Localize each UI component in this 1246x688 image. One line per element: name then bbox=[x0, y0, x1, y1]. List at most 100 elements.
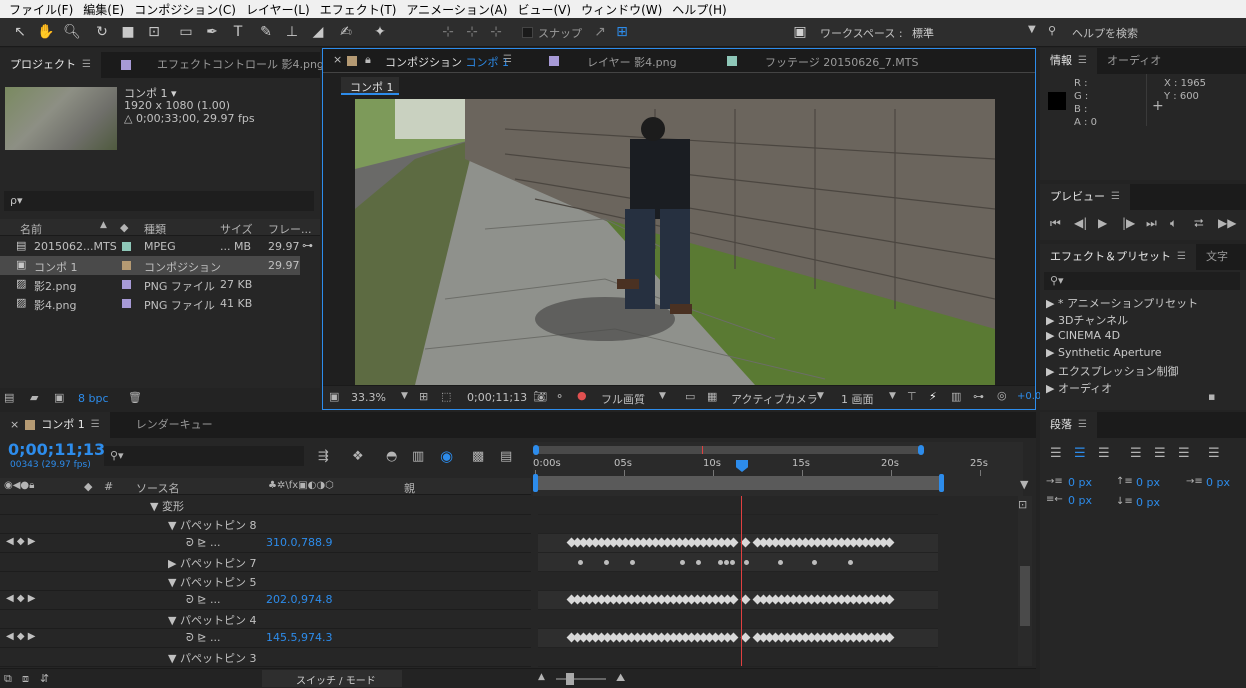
col-name[interactable]: 名前 bbox=[20, 221, 42, 237]
interpret-footage-icon[interactable]: ▤ bbox=[4, 391, 14, 404]
tab-project[interactable]: プロジェクト ☰ bbox=[0, 52, 101, 78]
zoom-in-icon[interactable]: ⛰ bbox=[616, 671, 625, 685]
effects-category[interactable]: ▶ Synthetic Aperture bbox=[1046, 346, 1162, 359]
help-search-input[interactable]: ヘルプを検索 bbox=[1072, 25, 1138, 41]
comp-breadcrumb[interactable]: コンポ 1 bbox=[341, 77, 399, 95]
col-size[interactable]: サイズ bbox=[220, 221, 253, 237]
effects-category[interactable]: ▶ CINEMA 4D bbox=[1046, 329, 1120, 342]
draft-3d-icon[interactable]: ❖ bbox=[352, 449, 364, 464]
timeline-property-row[interactable]: ▶ パペットピン 7 bbox=[0, 553, 531, 572]
label-column-icon[interactable]: ◆ bbox=[120, 221, 128, 234]
chevron-down-icon[interactable]: ▼ bbox=[889, 391, 896, 401]
axis-view-icon[interactable]: ⊹ bbox=[486, 22, 506, 42]
timeline-property-row[interactable]: ▼ パペットピン 4 bbox=[0, 610, 531, 629]
justify-center-icon[interactable]: ☰ bbox=[1154, 446, 1166, 461]
puppet-pin-tool-icon[interactable]: ✦ bbox=[370, 22, 390, 42]
workspace-select[interactable]: 標準 bbox=[912, 25, 1042, 41]
tab-effect-controls[interactable]: エフェクトコントロール 影4.png bbox=[111, 52, 334, 78]
keyframe-track[interactable] bbox=[538, 591, 938, 610]
brush-tool-icon[interactable]: ✎ bbox=[256, 22, 276, 42]
effects-category[interactable]: ▶ オーディオ bbox=[1046, 380, 1112, 396]
tab-layer[interactable]: レイヤー 影4.png bbox=[587, 54, 677, 70]
tab-composition[interactable]: コンポジション コンポ 1 bbox=[385, 54, 509, 70]
keyframe-track[interactable] bbox=[538, 534, 938, 553]
label-color-swatch[interactable] bbox=[122, 280, 131, 289]
trash-icon[interactable]: 🗑︎ bbox=[128, 391, 142, 404]
align-center-icon[interactable]: ☰ bbox=[1074, 446, 1086, 461]
tab-info[interactable]: 情報 ☰ bbox=[1040, 48, 1097, 74]
space-after-value[interactable]: 0 px bbox=[1136, 496, 1160, 509]
tab-audio[interactable]: オーディオ bbox=[1097, 48, 1171, 74]
project-item[interactable]: ▨ 影4.png PNG ファイル 41 KB bbox=[0, 294, 300, 313]
justify-left-icon[interactable]: ☰ bbox=[1130, 446, 1142, 461]
show-snapshot-icon[interactable]: ⚬ bbox=[555, 390, 564, 403]
audio-icon[interactable]: 🔈︎ bbox=[1170, 216, 1177, 231]
last-frame-icon[interactable]: ⏭ bbox=[1146, 216, 1157, 231]
property-value[interactable]: 145.5,974.3 bbox=[266, 631, 332, 644]
tab-character[interactable]: 文字 bbox=[1196, 244, 1238, 270]
work-area-bar[interactable] bbox=[533, 476, 943, 490]
new-preset-icon[interactable]: ▪ bbox=[1208, 390, 1215, 403]
keyframe-track[interactable] bbox=[538, 553, 938, 572]
play-icon[interactable]: ▶ bbox=[1098, 216, 1107, 230]
transparency-grid-icon[interactable]: ▦ bbox=[707, 390, 717, 403]
in-out-icon[interactable]: ⇵ bbox=[40, 672, 49, 685]
project-item[interactable]: ▨ 影2.png PNG ファイル 27 KB bbox=[0, 275, 300, 294]
keyframe[interactable] bbox=[728, 594, 739, 605]
rotate-tool-icon[interactable]: ↻ bbox=[92, 22, 112, 42]
property-value[interactable]: 310.0,788.9 bbox=[266, 536, 332, 549]
snapshot-icon[interactable]: 📷︎ bbox=[533, 390, 547, 403]
tab-preview[interactable]: プレビュー ☰ bbox=[1040, 184, 1130, 210]
timeline-property-row[interactable]: ◀ ◆ ▶ ᘒ ⊵ ... 310.0,788.9 bbox=[0, 534, 531, 553]
keyframe[interactable] bbox=[740, 594, 751, 605]
timeline-property-row[interactable]: ▼ パペットピン 5 bbox=[0, 572, 531, 591]
keyframe-navigator[interactable]: ◀ ◆ ▶ bbox=[6, 593, 35, 604]
keyframe[interactable] bbox=[884, 594, 895, 605]
property-value[interactable]: 202.0,974.8 bbox=[266, 593, 332, 606]
zoom-slider[interactable] bbox=[556, 673, 606, 685]
menu-icon[interactable]: ☰ bbox=[503, 54, 512, 65]
keyframe[interactable] bbox=[884, 537, 895, 548]
channel-icon[interactable]: ● bbox=[577, 389, 587, 402]
col-type[interactable]: 種類 bbox=[144, 221, 166, 237]
keyframe-track[interactable] bbox=[538, 572, 938, 591]
tab-effects-presets[interactable]: エフェクト＆プリセット ☰ bbox=[1040, 244, 1196, 270]
indent-first-value[interactable]: 0 px bbox=[1206, 476, 1230, 489]
menu-item[interactable]: ヘルプ(H) bbox=[667, 1, 731, 18]
timeline-scrollbar[interactable] bbox=[1018, 496, 1032, 666]
graph-editor-icon[interactable]: ▤ bbox=[500, 449, 512, 464]
work-area-end[interactable] bbox=[939, 474, 944, 492]
time-navigator[interactable] bbox=[535, 446, 923, 454]
work-area-start[interactable] bbox=[533, 474, 538, 492]
menu-icon[interactable]: ☰ bbox=[82, 52, 91, 78]
project-search-input[interactable]: ρ▾ bbox=[4, 191, 314, 211]
justify-right-icon[interactable]: ☰ bbox=[1178, 446, 1190, 461]
keyframe-track[interactable] bbox=[538, 515, 938, 534]
pan-behind-tool-icon[interactable]: ⊡ bbox=[144, 22, 164, 42]
keyframe-navigator[interactable]: ◀ ◆ ▶ bbox=[6, 631, 35, 642]
region-of-interest-icon[interactable]: ▭ bbox=[685, 390, 695, 403]
clone-stamp-tool-icon[interactable]: ⊥ bbox=[282, 22, 302, 42]
motion-blur-icon[interactable]: ◉ bbox=[440, 447, 453, 465]
composition-mini-flowchart-icon[interactable]: ⇶ bbox=[318, 449, 329, 464]
menu-item[interactable]: アニメーション(A) bbox=[401, 1, 512, 18]
indent-left-value[interactable]: 0 px bbox=[1068, 476, 1092, 489]
menu-item[interactable]: エフェクト(T) bbox=[315, 1, 402, 18]
new-folder-icon[interactable]: ▰ bbox=[30, 391, 38, 404]
resolution-select[interactable]: フル画質 bbox=[601, 391, 645, 407]
keyframe[interactable] bbox=[728, 537, 739, 548]
effects-category[interactable]: ▶ 3Dチャンネル bbox=[1046, 312, 1128, 328]
effects-category[interactable]: ▶ * アニメーションプリセット bbox=[1046, 295, 1198, 311]
current-time-display[interactable]: 0;00;11;13 bbox=[467, 391, 527, 404]
loop-icon[interactable]: ⮂ bbox=[1194, 216, 1204, 231]
effects-search-input[interactable]: ⚲▾ bbox=[1044, 272, 1240, 290]
justify-all-icon[interactable]: ☰ bbox=[1208, 446, 1220, 461]
indent-right-value[interactable]: 0 px bbox=[1068, 494, 1092, 507]
fast-previews-icon[interactable]: ⚡ bbox=[929, 390, 937, 403]
align-right-icon[interactable]: ☰ bbox=[1098, 446, 1110, 461]
effects-category[interactable]: ▶ エクスプレッション制御 bbox=[1046, 363, 1179, 379]
chevron-down-icon[interactable]: ▼ bbox=[401, 391, 408, 401]
menu-icon[interactable]: ☰ bbox=[1111, 184, 1120, 210]
menu-icon[interactable]: ☰ bbox=[1078, 412, 1087, 438]
flowchart-icon[interactable]: ⊶ bbox=[973, 390, 984, 403]
